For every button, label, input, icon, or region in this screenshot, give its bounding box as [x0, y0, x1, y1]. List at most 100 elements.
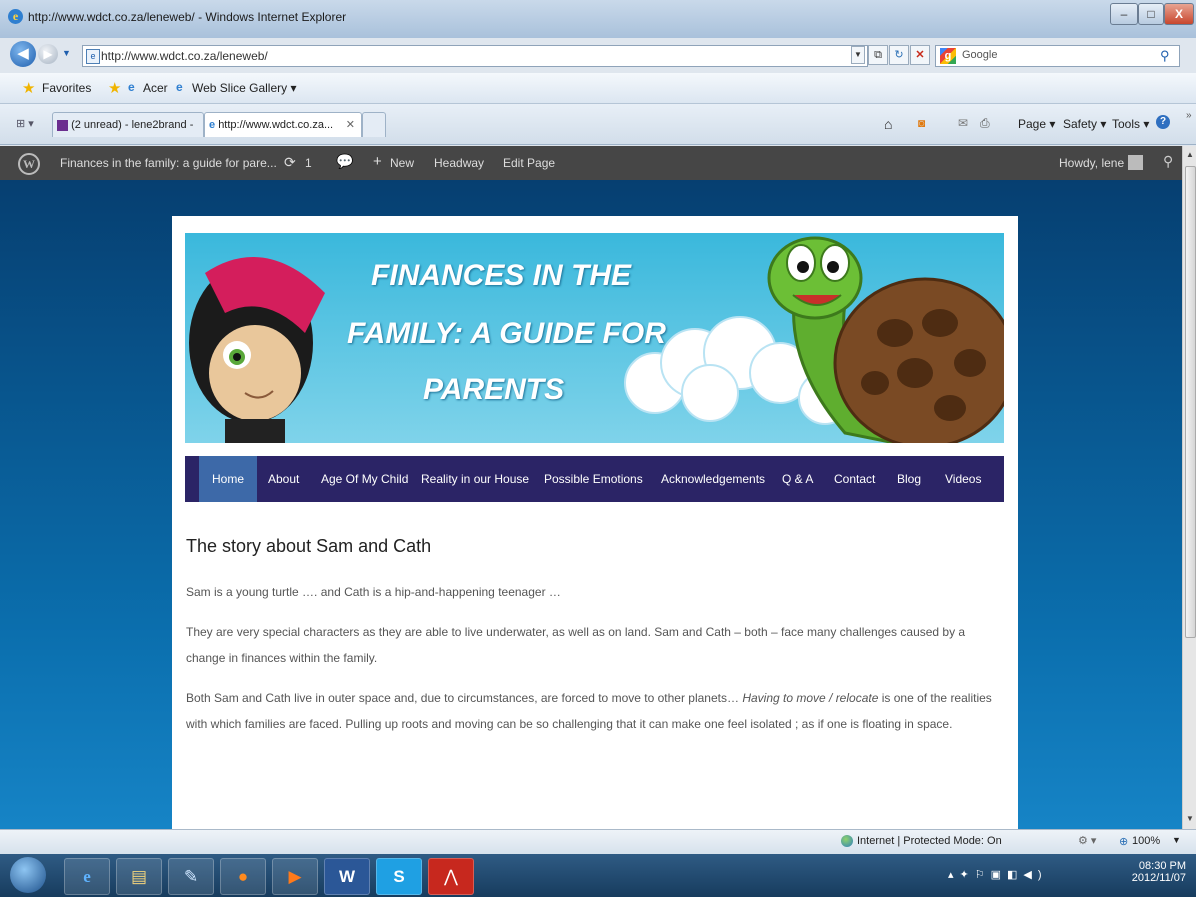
tab-bar: ⊞ ▾ (2 unread) - lene2brand - ... e http… — [0, 104, 1196, 155]
start-button[interactable] — [10, 857, 46, 893]
tab-current[interactable]: e http://www.wdct.co.za... ✕ — [204, 112, 362, 137]
back-button[interactable]: ◀ — [10, 41, 36, 67]
web-page: FINANCES IN THE FAMILY: A GUIDE FOR PARE… — [0, 180, 1182, 829]
close-button[interactable]: X — [1164, 3, 1194, 25]
internet-explorer-taskbar-icon[interactable]: e — [64, 858, 110, 895]
quick-tabs-icon[interactable]: ⊞ ▾ — [16, 117, 34, 130]
search-icon[interactable]: ⚲ — [1163, 153, 1173, 170]
mail-icon[interactable]: ✉ — [958, 116, 968, 130]
nav-q-and-a[interactable]: Q & A — [782, 456, 813, 502]
google-icon: g — [940, 48, 956, 64]
security-zone[interactable]: Internet | Protected Mode: On — [857, 835, 1002, 847]
paragraph: Both Sam and Cath live in outer space an… — [186, 685, 1001, 737]
stop-icon[interactable]: ✕ — [910, 45, 930, 65]
comments-icon[interactable]: 💬 — [336, 153, 353, 170]
content-card: FINANCES IN THE FAMILY: A GUIDE FOR PARE… — [172, 216, 1018, 829]
tab-unread[interactable]: (2 unread) - lene2brand - ... — [52, 112, 204, 155]
search-icon[interactable]: ⚲ — [1160, 48, 1170, 64]
site-header-banner[interactable]: FINANCES IN THE FAMILY: A GUIDE FOR PARE… — [185, 233, 1004, 443]
nav-about[interactable]: About — [268, 456, 299, 502]
favorite-acer[interactable]: Acer — [143, 81, 168, 95]
updates-count[interactable]: 1 — [305, 156, 312, 170]
help-icon[interactable]: ? — [1156, 115, 1170, 129]
protected-mode-icon[interactable]: ⚙ ▾ — [1078, 834, 1096, 847]
nav-home[interactable]: Home — [199, 456, 258, 502]
banner-title-line1: FINANCES IN THE — [371, 259, 632, 292]
nav-acknowledgements[interactable]: Acknowledgements — [661, 456, 765, 502]
skype-taskbar-icon[interactable]: S — [376, 858, 422, 895]
page-menu[interactable]: Page ▾ — [1018, 117, 1055, 131]
nav-reality-in-our-house[interactable]: Reality in our House — [421, 456, 529, 502]
wp-headway-button[interactable]: Headway — [434, 156, 484, 170]
wp-site-name[interactable]: Finances in the family: a guide for pare… — [60, 156, 277, 170]
tools-menu[interactable]: Tools ▾ — [1112, 117, 1149, 131]
mail-icon — [57, 119, 68, 131]
wp-new-button[interactable]: New — [390, 156, 414, 170]
page-icon: e — [86, 49, 100, 64]
tools-taskbar-icon[interactable]: ✎ — [168, 858, 214, 895]
nav-videos[interactable]: Videos — [945, 456, 981, 502]
nav-age-of-my-child[interactable]: Age Of My Child — [321, 456, 408, 502]
history-dropdown-icon[interactable]: ▼ — [62, 48, 71, 58]
zoom-level[interactable]: 100% — [1132, 835, 1160, 847]
paragraph: They are very special characters as they… — [186, 625, 966, 665]
scroll-up-icon[interactable]: ▲ — [1186, 150, 1194, 159]
scroll-down-icon[interactable]: ▼ — [1186, 814, 1194, 823]
window-title: http://www.wdct.co.za/leneweb/ - Windows… — [28, 10, 347, 24]
wp-edit-page-button[interactable]: Edit Page — [503, 156, 555, 170]
nav-possible-emotions[interactable]: Possible Emotions — [544, 456, 643, 502]
system-tray-icons[interactable]: ▴✦⚐▣◧◀) — [948, 868, 1048, 881]
favorites-bar: ★ Favorites ★ e Acer e Web Slice Gallery… — [0, 73, 1196, 104]
new-tab-button[interactable] — [362, 112, 386, 137]
favorites-star-icon: ★ — [22, 80, 36, 97]
sam-turtle-illustration — [767, 236, 1004, 443]
ie-page-icon: e — [128, 80, 135, 94]
favorites-button[interactable]: Favorites — [42, 81, 91, 95]
forward-arrow-icon: ▶ — [43, 47, 53, 61]
clock[interactable]: 08:30 PM 2012/11/07 — [1124, 860, 1186, 884]
forward-button[interactable]: ▶ — [38, 44, 58, 64]
favorite-web-slice-gallery[interactable]: Web Slice Gallery ▾ — [192, 81, 297, 95]
status-bar: Internet | Protected Mode: On ⚙ ▾ ⊕ 100%… — [0, 829, 1196, 855]
search-placeholder: Google — [962, 49, 998, 61]
tab-close-icon[interactable]: ✕ — [346, 113, 355, 137]
clock-time: 08:30 PM — [1138, 860, 1186, 872]
wp-howdy-user[interactable]: Howdy, lene — [1059, 156, 1124, 170]
media-player-taskbar-icon[interactable]: ▶ — [272, 858, 318, 895]
nav-contact[interactable]: Contact — [834, 456, 875, 502]
maximize-button[interactable]: □ — [1138, 3, 1164, 25]
window-titlebar: e http://www.wdct.co.za/leneweb/ - Windo… — [0, 0, 1196, 38]
home-icon[interactable]: ⌂ — [884, 116, 892, 132]
banner-title-line3: PARENTS — [423, 373, 565, 406]
address-text[interactable]: http://www.wdct.co.za/leneweb/ — [101, 49, 268, 63]
add-favorite-icon[interactable]: ★ — [108, 79, 121, 97]
add-new-icon: + — [373, 153, 382, 170]
updates-icon[interactable]: ⟳ — [284, 154, 296, 171]
file-explorer-taskbar-icon[interactable]: ▤ — [116, 858, 162, 895]
word-taskbar-icon[interactable]: W — [324, 858, 370, 895]
more-icon[interactable]: » — [1186, 110, 1192, 121]
wordpress-logo-icon[interactable]: W — [18, 153, 40, 175]
address-bar[interactable]: e http://www.wdct.co.za/leneweb/ — [82, 45, 868, 67]
tab-label: http://www.wdct.co.za... — [218, 119, 334, 131]
scrollbar-thumb[interactable] — [1185, 166, 1196, 638]
compatibility-icon[interactable]: ⧉ — [868, 45, 888, 65]
avatar[interactable] — [1128, 155, 1143, 170]
ie-page-icon: e — [209, 119, 216, 131]
search-box[interactable]: g Google ⚲ — [935, 45, 1180, 67]
globe-icon — [841, 835, 853, 847]
nav-blog[interactable]: Blog — [897, 456, 921, 502]
acrobat-taskbar-icon[interactable]: ⋀ — [428, 858, 474, 895]
minimize-button[interactable]: – — [1110, 3, 1138, 25]
zoom-icon: ⊕ — [1119, 836, 1129, 848]
firefox-taskbar-icon[interactable]: ● — [220, 858, 266, 895]
feeds-icon[interactable]: ◙ — [918, 116, 925, 130]
refresh-icon[interactable]: ↻ — [889, 45, 909, 65]
safety-menu[interactable]: Safety ▾ — [1063, 117, 1106, 131]
zoom-dropdown-icon[interactable]: ▼ — [1172, 835, 1181, 845]
paragraph-text: Both Sam and Cath live in outer space an… — [186, 691, 743, 705]
print-icon[interactable]: ⎙ — [980, 116, 990, 131]
page-scrollbar[interactable]: ▲ ▼ — [1182, 146, 1196, 829]
clock-date: 2012/11/07 — [1131, 872, 1186, 884]
address-dropdown-icon[interactable]: ▼ — [851, 46, 865, 64]
